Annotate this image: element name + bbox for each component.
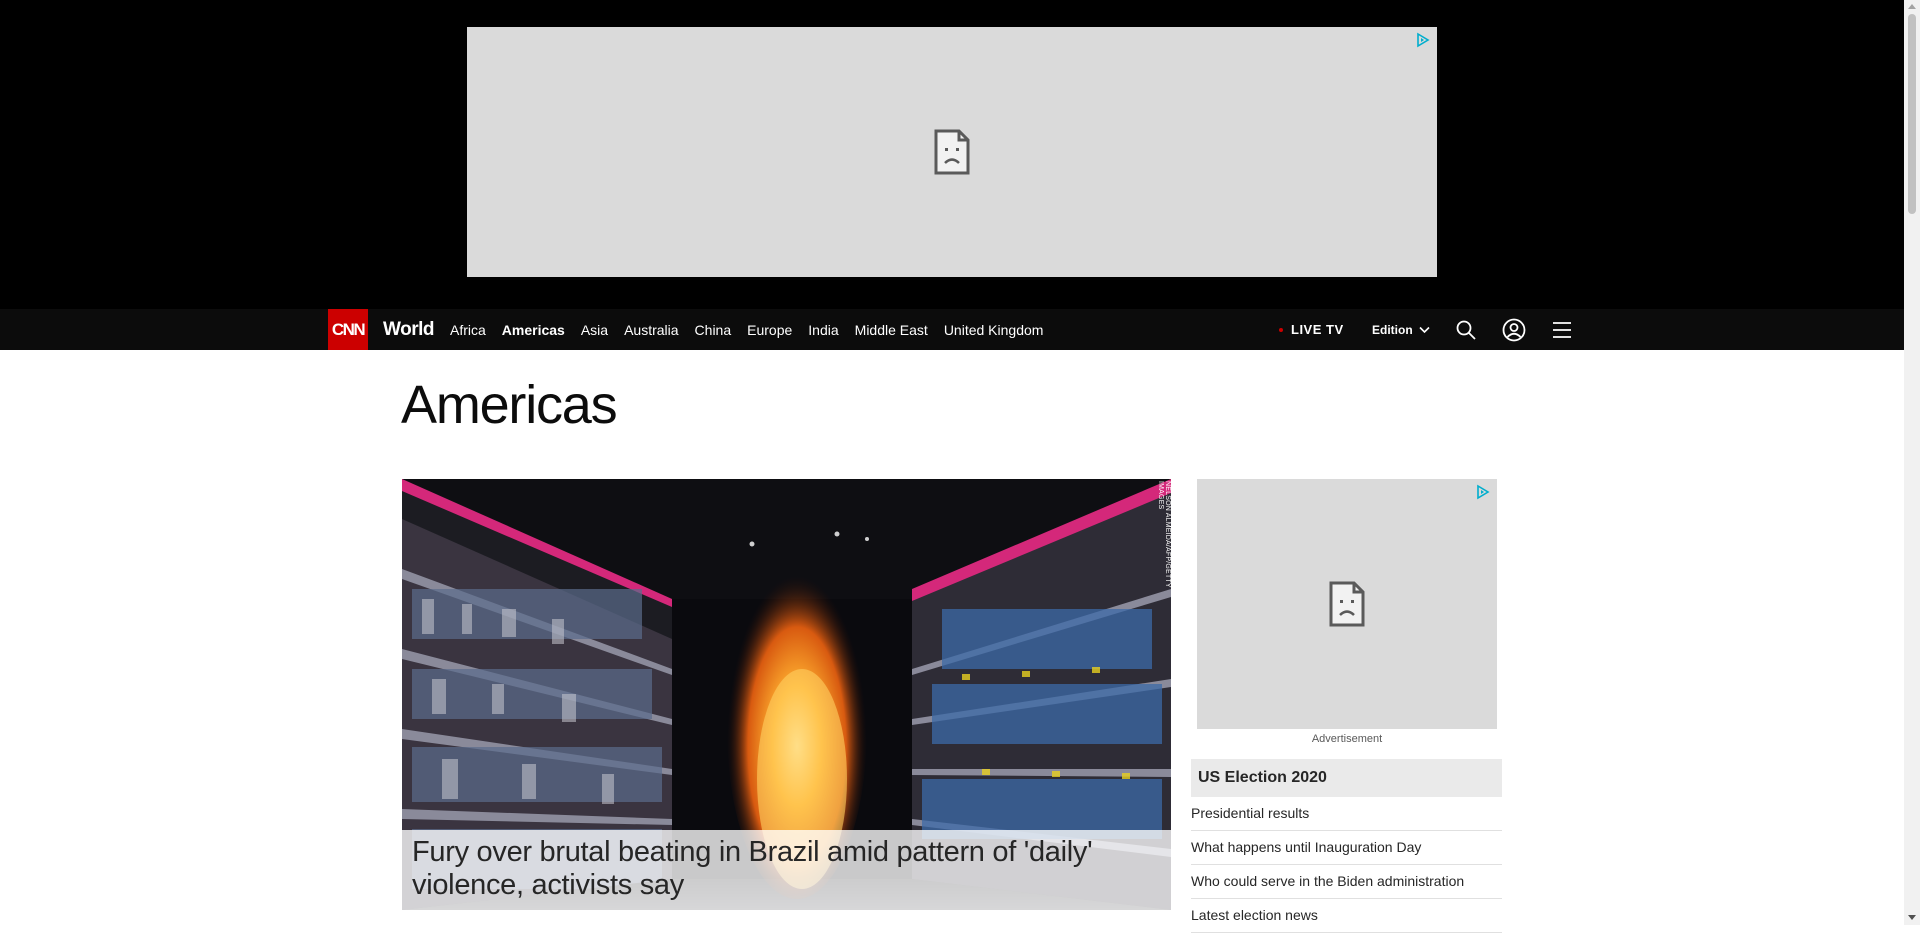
live-tv-label: LIVE TV [1291, 322, 1344, 337]
hero-headline[interactable]: Fury over brutal beating in Brazil amid … [412, 836, 1162, 902]
hamburger-menu-icon[interactable] [1550, 318, 1574, 342]
top-navbar: CNN World Africa Americas Asia Australia… [0, 309, 1904, 350]
nav-link-middle-east[interactable]: Middle East [855, 322, 928, 338]
broken-image-icon [934, 129, 970, 175]
cnn-logo[interactable]: CNN [328, 309, 368, 350]
edition-label: Edition [1372, 322, 1413, 337]
hero-story-card[interactable]: NELSON ALMEIDA/AFP/GETTY IMAGES Fury ove… [402, 479, 1171, 910]
hero-caption: Fury over brutal beating in Brazil amid … [402, 830, 1171, 910]
search-icon[interactable] [1454, 318, 1478, 342]
photo-credit: NELSON ALMEIDA/AFP/GETTY IMAGES [1159, 481, 1171, 588]
page-scrollbar[interactable] [1904, 0, 1920, 925]
nav-link-europe[interactable]: Europe [747, 322, 792, 338]
scroll-down-arrow-icon[interactable] [1908, 915, 1916, 920]
scroll-thumb[interactable] [1908, 14, 1916, 214]
adchoices-icon[interactable] [1415, 32, 1431, 48]
nav-link-australia[interactable]: Australia [624, 322, 678, 338]
broken-image-icon [1329, 581, 1365, 627]
election-link[interactable]: Presidential results [1191, 797, 1502, 831]
nav-link-americas[interactable]: Americas [502, 322, 565, 338]
nav-link-united-kingdom[interactable]: United Kingdom [944, 322, 1044, 338]
nav-link-india[interactable]: India [808, 322, 838, 338]
live-tv-link[interactable]: LIVE TV [1279, 309, 1344, 350]
top-ad-slot[interactable] [467, 27, 1437, 277]
nav-link-africa[interactable]: Africa [450, 322, 486, 338]
scroll-up-arrow-icon[interactable] [1908, 4, 1916, 9]
adchoices-icon[interactable] [1475, 484, 1491, 500]
election-link[interactable]: Who could serve in the Biden administrat… [1191, 865, 1502, 899]
nav-link-china[interactable]: China [695, 322, 732, 338]
advertisement-label: Advertisement [1311, 733, 1383, 745]
edition-dropdown[interactable]: Edition [1372, 309, 1430, 350]
section-nav: Africa Americas Asia Australia China Eur… [450, 309, 1059, 350]
section-name-world[interactable]: World [383, 309, 434, 350]
account-icon[interactable] [1502, 318, 1526, 342]
election-link[interactable]: What happens until Inauguration Day [1191, 831, 1502, 865]
live-dot-icon [1279, 327, 1283, 332]
chevron-down-icon [1419, 326, 1430, 333]
sidebar-ad-slot[interactable] [1197, 479, 1497, 729]
election-2020-box: US Election 2020 Presidential results Wh… [1191, 759, 1502, 933]
election-link[interactable]: Latest election news [1191, 899, 1502, 933]
page-title: Americas [401, 375, 618, 435]
election-heading[interactable]: US Election 2020 [1191, 759, 1502, 797]
nav-link-asia[interactable]: Asia [581, 322, 608, 338]
